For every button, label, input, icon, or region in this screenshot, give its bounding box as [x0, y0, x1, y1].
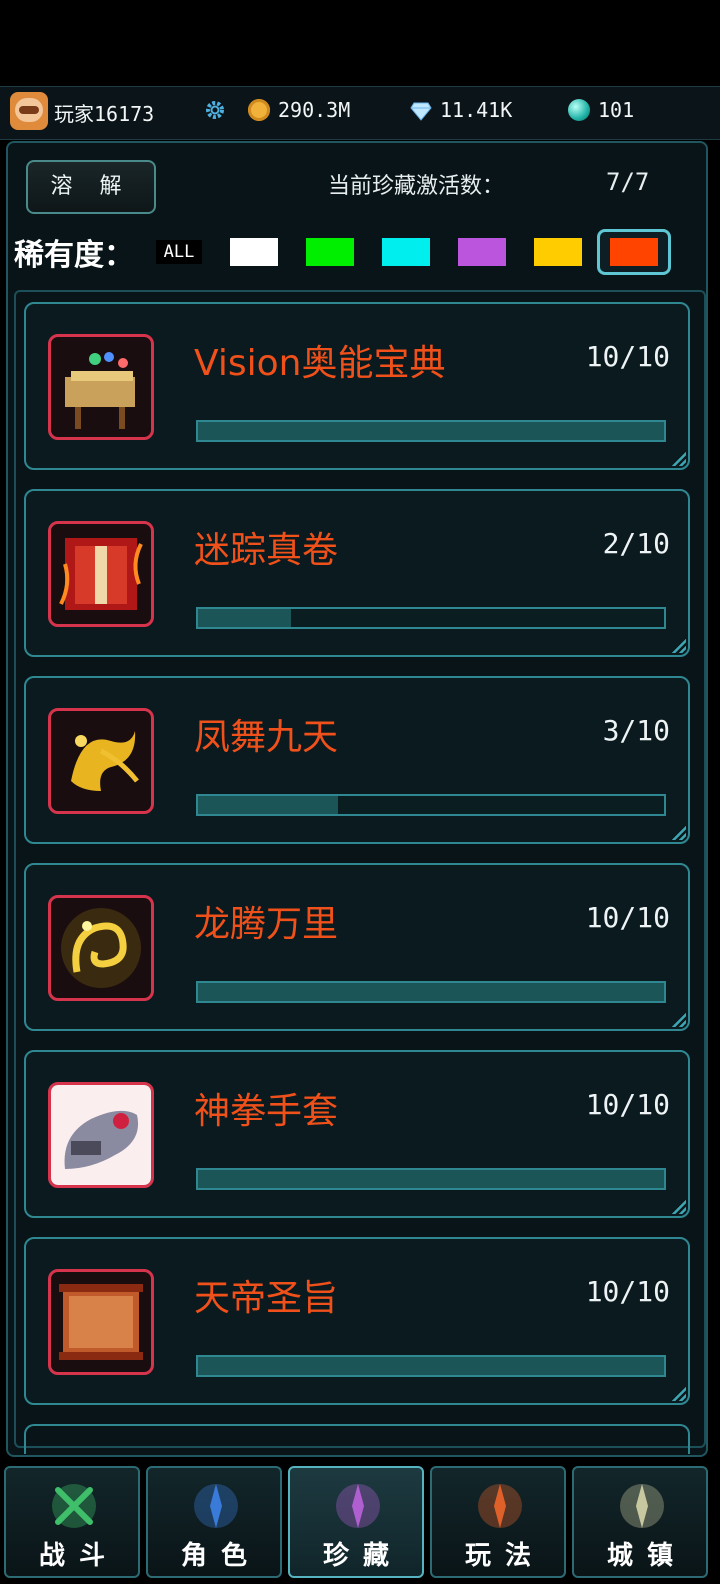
player-name: 玩家16173 [54, 102, 155, 126]
item-progress-fill [198, 422, 664, 440]
sword-icon [186, 1476, 246, 1536]
rarity-filter-purple[interactable] [458, 238, 506, 266]
gauntlet-icon [48, 1082, 154, 1188]
diamond-icon [410, 102, 432, 121]
item-progress-bar [196, 794, 666, 816]
item-count: 10/10 [585, 1275, 670, 1308]
active-count-value: 7/7 [606, 168, 650, 196]
nav-label: 城镇 [606, 1541, 687, 1571]
item-name: 迷踪真卷 [194, 530, 339, 571]
scroll-icon [48, 521, 154, 627]
gold-amount: 290.3M [278, 98, 351, 122]
nav-label: 珍藏 [322, 1541, 403, 1571]
item-name: 凤舞九天 [194, 717, 339, 758]
item-progress-bar [196, 981, 666, 1003]
emblem-icon [612, 1476, 672, 1536]
rarity-filter-all[interactable]: ALL [156, 240, 202, 264]
rarity-label: 稀有度： [14, 238, 134, 273]
flame-icon [470, 1476, 530, 1536]
nav-swords[interactable]: 战斗 [4, 1466, 140, 1578]
collection-item[interactable]: 凤舞九天 3/10 [24, 676, 690, 844]
item-count: 10/10 [585, 340, 670, 373]
item-progress-bar [196, 1355, 666, 1377]
dissolve-button[interactable]: 溶 解 [26, 160, 156, 214]
orb-amount: 101 [598, 98, 635, 122]
swords-icon [44, 1476, 104, 1536]
rarity-filter-white[interactable] [230, 238, 278, 266]
item-count: 2/10 [602, 527, 670, 560]
nav-sword[interactable]: 角色 [146, 1466, 282, 1578]
item-name: 神拳手套 [194, 1091, 339, 1132]
rarity-filter-orange[interactable] [610, 238, 658, 266]
item-progress-fill [198, 983, 664, 1001]
nav-flame[interactable]: 玩法 [430, 1466, 566, 1578]
edict-icon [48, 1269, 154, 1375]
active-count-label: 当前珍藏激活数： [328, 174, 505, 199]
item-progress-bar [196, 1168, 666, 1190]
nav-label: 角色 [180, 1541, 261, 1571]
phoenix-icon [48, 708, 154, 814]
item-count: 3/10 [602, 714, 670, 747]
rarity-filter-green[interactable] [306, 238, 354, 266]
item-count: 10/10 [585, 1088, 670, 1121]
collection-item[interactable]: Vision奥能宝典 10/10 [24, 302, 690, 470]
list-item-partial [24, 1424, 690, 1454]
dragon-icon [48, 895, 154, 1001]
rarity-filter-cyan[interactable] [382, 238, 430, 266]
collection-item[interactable]: 迷踪真卷 2/10 [24, 489, 690, 657]
item-progress-fill [198, 1357, 664, 1375]
collection-item[interactable]: 天帝圣旨 10/10 [24, 1237, 690, 1405]
item-progress-bar [196, 607, 666, 629]
book-icon [48, 334, 154, 440]
item-name: 天帝圣旨 [194, 1278, 339, 1319]
item-count: 10/10 [585, 901, 670, 934]
collection-item[interactable]: 龙腾万里 10/10 [24, 863, 690, 1031]
item-name: 龙腾万里 [194, 904, 339, 945]
item-progress-bar [196, 420, 666, 442]
gear-icon[interactable] [204, 99, 226, 121]
rarity-filter-yellow[interactable] [534, 238, 582, 266]
avatar[interactable] [10, 92, 48, 130]
orb-icon [568, 99, 590, 121]
item-progress-fill [198, 609, 291, 627]
diamond-amount: 11.41K [440, 98, 513, 122]
collection-item[interactable]: 神拳手套 10/10 [24, 1050, 690, 1218]
coin-icon [248, 99, 270, 121]
nav-feather[interactable]: 珍藏 [288, 1466, 424, 1578]
item-progress-fill [198, 796, 338, 814]
feather-icon [328, 1476, 388, 1536]
item-progress-fill [198, 1170, 664, 1188]
nav-label: 战斗 [38, 1541, 119, 1571]
nav-label: 玩法 [464, 1541, 545, 1571]
nav-emblem[interactable]: 城镇 [572, 1466, 708, 1578]
item-name: Vision奥能宝典 [194, 343, 446, 384]
